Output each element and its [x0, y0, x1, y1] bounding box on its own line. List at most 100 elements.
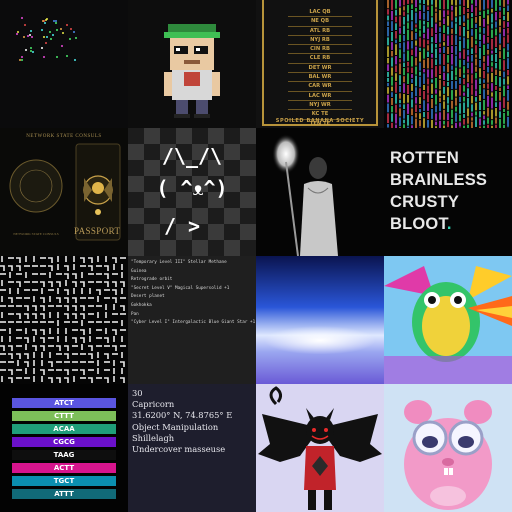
star-dot: [69, 37, 72, 40]
tile-network-passport[interactable]: NETWORK STATE CONSULS PASSPORT NETWORK S…: [0, 128, 128, 256]
star-dot: [25, 48, 28, 51]
roster-row: BAL WR: [288, 73, 352, 83]
maze-segment: [64, 297, 69, 303]
star-dot: [32, 51, 35, 54]
tile-word-art[interactable]: ROTTEN BRAINLESS CRUSTY BLOOT.: [384, 128, 512, 256]
tile-rainbow-dragon[interactable]: [384, 256, 512, 384]
maze-segment: [40, 329, 45, 335]
tile-profile-text[interactable]: 30 Capricorn 31.6200° N, 74.8765° E Object …: [128, 384, 256, 512]
maze-segment: [48, 361, 53, 367]
star-dot: [60, 28, 63, 31]
maze-segment: [40, 305, 45, 311]
trait-line: Desert planet: [131, 294, 165, 300]
star-dot: [45, 36, 48, 39]
checker-square: [160, 128, 176, 144]
maze-segment: [80, 329, 85, 335]
maze-segment: [48, 377, 53, 383]
maze-segment: [88, 377, 93, 383]
maze-segment: [56, 297, 61, 303]
maze-segment: [32, 329, 37, 335]
tile-pixel-character[interactable]: [128, 0, 256, 128]
star-dot: [30, 46, 33, 49]
maze-segment: [112, 297, 117, 303]
tile-fantasy-roster[interactable]: LAC QB NE QB ATL RB NYJ RB CIN RB CLE RB DET W…: [256, 0, 384, 128]
tile-fuzzy-creature[interactable]: [384, 384, 512, 512]
tile-torch-portrait[interactable]: [256, 128, 384, 256]
fuzzy-creature-art: [384, 384, 512, 512]
star-dot: [45, 41, 48, 44]
passport-label: PASSPORT: [74, 226, 121, 236]
maze-segment: [16, 313, 21, 319]
star-dot: [30, 36, 33, 39]
maze-segment: [104, 265, 109, 271]
star-dot: [75, 36, 78, 39]
maze-segment: [40, 281, 45, 287]
maze-segment: [40, 313, 45, 319]
maze-segment: [16, 257, 21, 263]
maze-segment: [64, 377, 69, 383]
profile-line: 31.6200° N, 74.8765° E: [132, 410, 233, 421]
star-dot: [62, 32, 65, 35]
dna-bar: ACAA: [12, 424, 116, 434]
star-dot: [43, 56, 46, 59]
roster-row: LAC WR: [288, 92, 352, 101]
maze-segment: [48, 257, 53, 263]
tile-dna-sequence[interactable]: ATCT CTTT ACAA CGCG TAAG ACTT TGCT ATTT: [0, 384, 128, 512]
tile-color-strands[interactable]: [384, 0, 512, 128]
maze-art: [0, 256, 126, 383]
profile-line: 30: [132, 388, 143, 398]
star-dot: [23, 36, 26, 39]
nft-gallery-grid: LAC QB NE QB ATL RB NYJ RB CIN RB CLE RB DET W…: [0, 0, 512, 512]
maze-segment: [16, 353, 21, 359]
maze-segment: [104, 281, 109, 287]
checker-square: [192, 240, 208, 256]
maze-segment: [64, 305, 69, 311]
tile-ascii-cat[interactable]: /\_/\ ( ^ᴥ^) / >: [128, 128, 256, 256]
checker-square: [208, 128, 224, 144]
profile-line: Shillelagh: [132, 432, 175, 443]
tile-trait-list[interactable]: "Temporary Level III" Stellar Methane Gui…: [128, 256, 256, 384]
checker-square: [144, 128, 160, 144]
word-line-3: CRUSTY: [390, 193, 460, 211]
dna-bar: TAAG: [12, 450, 116, 460]
tile-winged-demon[interactable]: [256, 384, 384, 512]
maze-segment: [56, 377, 61, 383]
maze-segment: [64, 273, 69, 279]
maze-segment: [112, 281, 117, 287]
maze-segment: [40, 345, 45, 351]
tile-sky-gradient[interactable]: [256, 256, 384, 384]
maze-segment: [8, 369, 13, 375]
checker-square: [240, 240, 256, 256]
word-line-4: BLOOT.: [390, 214, 452, 235]
dna-bar: ATTT: [12, 489, 116, 499]
maze-segment: [0, 265, 5, 271]
maze-segment: [72, 337, 77, 343]
tile-maze-art[interactable]: [0, 256, 128, 384]
roster-row: NYJ RB: [288, 36, 352, 46]
maze-segment: [80, 369, 85, 375]
passport-small-caption: NETWORK STATE CONSULS: [13, 232, 59, 236]
maze-segment: [88, 345, 93, 351]
trait-line: Pan: [131, 311, 139, 317]
tile-starfield[interactable]: [0, 0, 128, 128]
roster-list: LAC QB NE QB ATL RB NYJ RB CIN RB CLE RB DET W…: [288, 8, 352, 128]
star-dot: [73, 30, 76, 33]
roster-row: CLE RB: [288, 54, 352, 64]
passport-art: [9, 143, 121, 241]
maze-segment: [48, 281, 53, 287]
maze-segment: [8, 345, 13, 351]
maze-segment: [88, 257, 93, 263]
maze-segment: [72, 281, 77, 287]
star-dot: [29, 29, 32, 32]
star-dot: [20, 16, 23, 19]
maze-segment: [0, 345, 5, 351]
roster-row: CAR WR: [288, 82, 352, 92]
star-dot: [28, 34, 31, 37]
maze-segment: [72, 297, 77, 303]
word-period: .: [446, 215, 452, 233]
maze-segment: [64, 313, 69, 319]
maze-segment: [120, 281, 125, 287]
star-dot: [65, 54, 68, 57]
trait-line: Guinea: [131, 268, 147, 274]
maze-segment: [120, 305, 125, 311]
